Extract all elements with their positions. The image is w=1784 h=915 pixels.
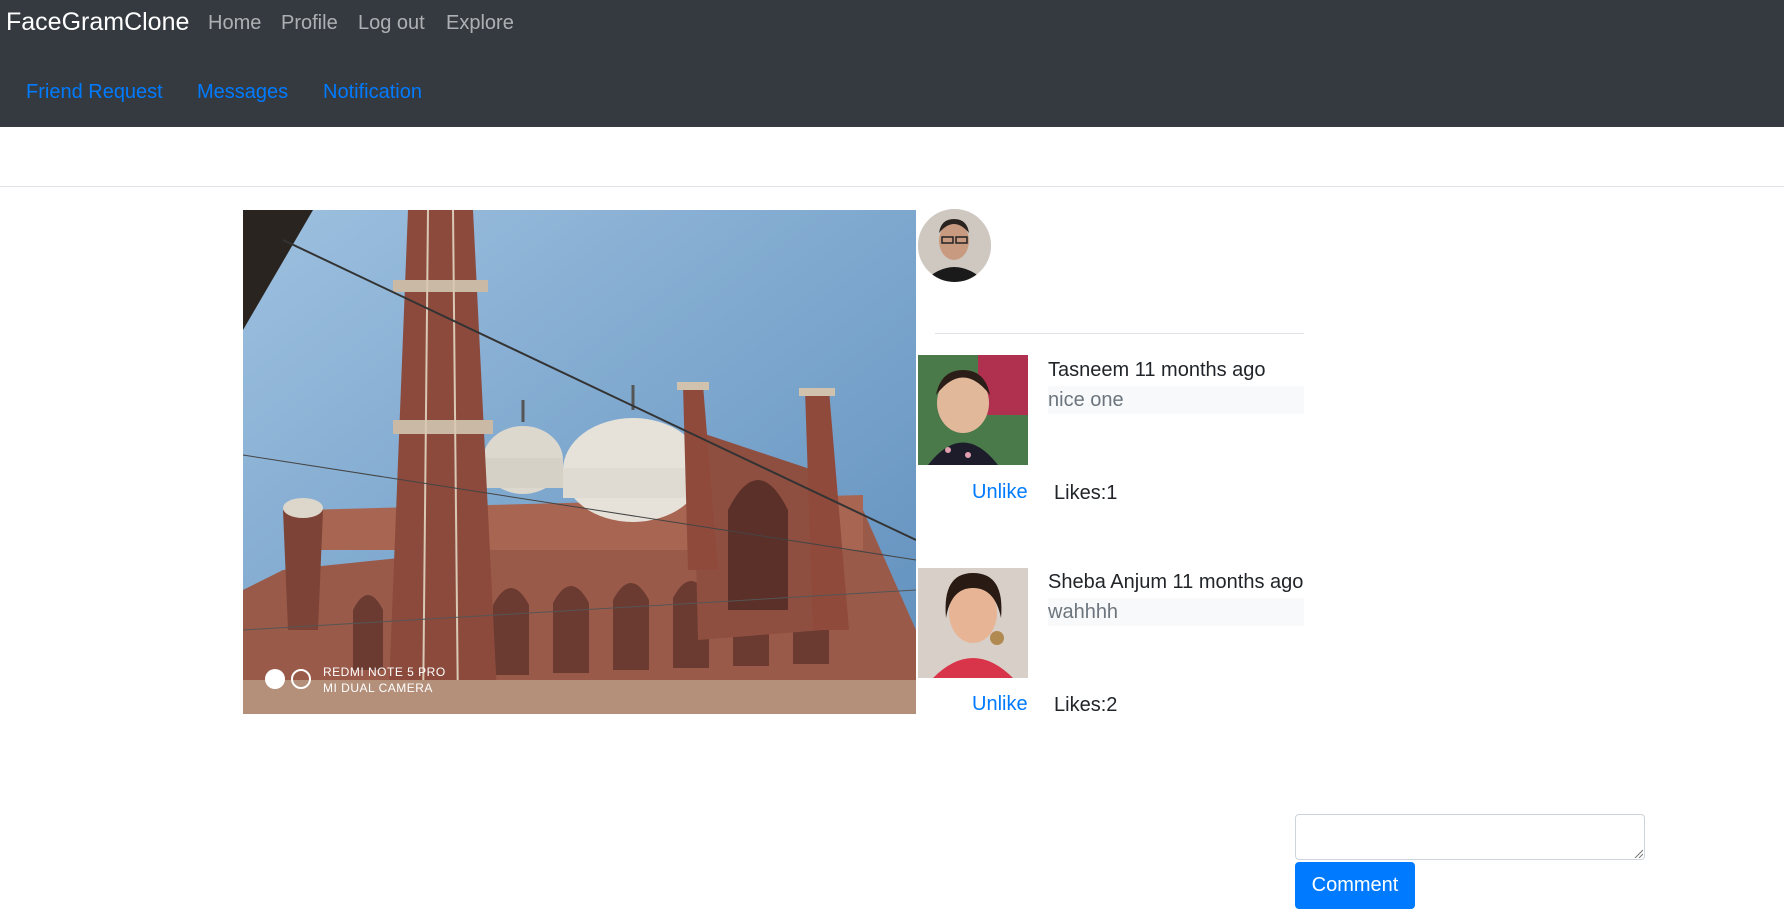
resize-grip-icon[interactable] [1633, 848, 1643, 858]
nav-profile-link[interactable]: Profile [281, 12, 338, 35]
comment-author: Tasneem [1048, 359, 1130, 381]
comment-text: nice one [1048, 386, 1304, 414]
comment-author: Sheba Anjum [1048, 571, 1167, 593]
comment-time: 11 months ago [1134, 359, 1266, 381]
unlike-link[interactable]: Unlike [972, 693, 1028, 716]
photo-watermark-line1: REDMI NOTE 5 PRO [323, 665, 446, 679]
nav-logout-link[interactable]: Log out [358, 12, 425, 35]
likes-count: Likes:1 [1054, 482, 1118, 504]
brand-link[interactable]: FaceGramClone [6, 8, 189, 37]
photo-watermark-line2: MI DUAL CAMERA [323, 681, 433, 695]
comments-divider [935, 333, 1304, 334]
nav-notification-link[interactable]: Notification [323, 81, 422, 104]
comment-text: wahhhh [1048, 598, 1304, 626]
comment-header: Sheba Anjum 11 months ago [1048, 571, 1303, 594]
photo-watermark: REDMI NOTE 5 PRO MI DUAL CAMERA [323, 664, 446, 696]
comment-avatar [918, 355, 1028, 465]
comment-input[interactable] [1295, 814, 1645, 860]
comment-avatar [918, 568, 1028, 678]
comment-header: Tasneem 11 months ago [1048, 359, 1266, 382]
nav-home-link[interactable]: Home [208, 12, 261, 35]
header-divider [0, 186, 1784, 187]
unlike-link[interactable]: Unlike [972, 481, 1028, 504]
nav-friend-request-link[interactable]: Friend Request [26, 81, 163, 104]
nav-explore-link[interactable]: Explore [446, 12, 514, 35]
post-owner-avatar[interactable] [918, 209, 991, 282]
likes-count: Likes:2 [1054, 694, 1118, 716]
comment-time: 11 months ago [1172, 571, 1304, 593]
post-photo: REDMI NOTE 5 PRO MI DUAL CAMERA [243, 210, 916, 714]
navbar: FaceGramClone Home Profile Log out Explo… [0, 0, 1784, 127]
nav-messages-link[interactable]: Messages [197, 81, 288, 104]
comment-button[interactable]: Comment [1295, 862, 1415, 909]
